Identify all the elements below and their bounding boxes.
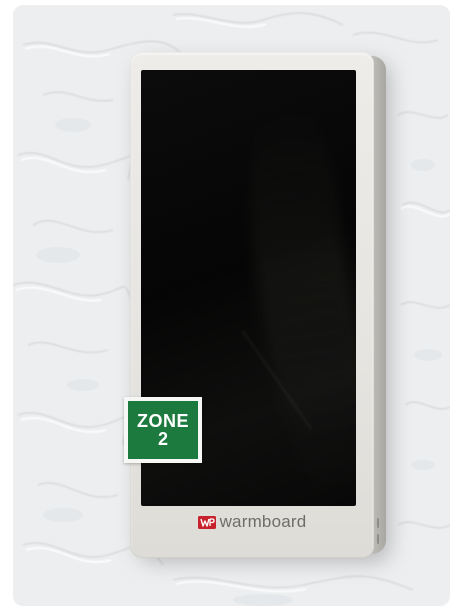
zone-label-sticker: ZONE 2: [124, 397, 202, 463]
thermostat-device: warmboard: [130, 52, 374, 558]
side-port: [377, 518, 379, 528]
zone-label-number: 2: [157, 429, 168, 449]
warmboard-logo-icon: [197, 516, 216, 529]
screen-reflection: [234, 105, 356, 505]
brand-name: warmboard: [219, 512, 307, 531]
product-photo: warmboard ZONE 2: [0, 0, 461, 612]
brand-logo: warmboard: [130, 510, 374, 534]
zone-label-title: ZONE: [136, 411, 189, 431]
zone-label: ZONE 2: [128, 401, 198, 459]
side-port: [377, 534, 379, 544]
